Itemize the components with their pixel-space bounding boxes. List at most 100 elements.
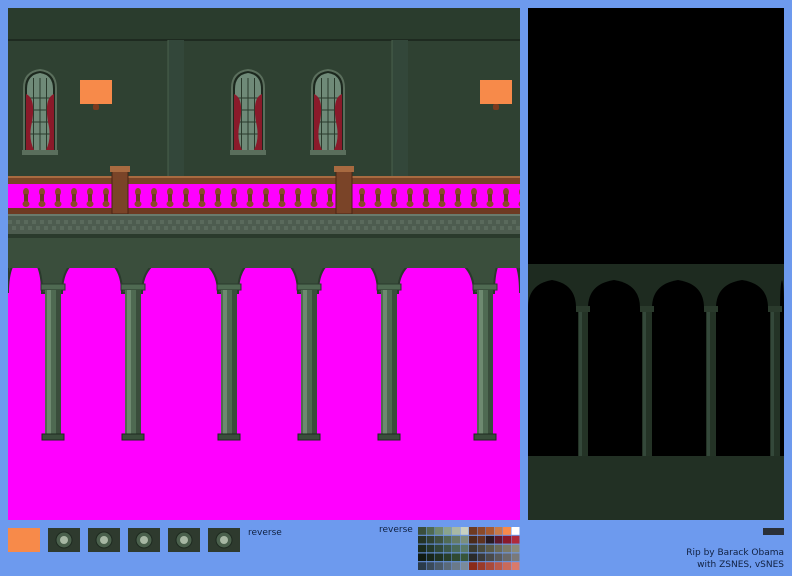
palette-cell [469,562,477,570]
palette-cell [452,535,460,544]
palette-cell [477,535,486,544]
dark-arcade-column [768,306,782,458]
credit-line-2: with ZSNES, vSNES [697,560,784,570]
palette-cell [511,527,520,535]
rosette-tile [168,528,200,552]
palette-cell [418,544,426,553]
palette-cell [418,562,426,570]
palette-cell [460,553,469,562]
palette-cell [418,535,426,544]
wall-pilaster [392,40,408,183]
palette-cell [460,562,469,570]
railing-baluster [214,188,222,207]
palette-cell [486,527,494,535]
dark-arcade-column [704,306,718,458]
palette-cell [503,544,511,553]
side-layer-panel [528,8,784,520]
gothic-window [22,68,58,155]
railing-baluster [502,188,510,207]
palette-cell [469,553,477,562]
palette-cell [486,544,494,553]
palette-cell [435,562,443,570]
railing-baluster [310,188,318,207]
palette-cell [426,544,435,553]
wall-pilaster [168,40,184,183]
palette-cell [477,562,486,570]
palette-cell [452,527,460,535]
palette-cell [443,535,452,544]
palette-cell [486,562,494,570]
railing-baluster [454,188,462,207]
railing-baluster [278,188,286,207]
railing-baluster [486,188,494,207]
railing-bottom-rail [8,208,520,214]
palette-cell [452,562,460,570]
railing-baluster [374,188,382,207]
railing-baluster [150,188,158,207]
railing-baluster [182,188,190,207]
palette-cell [426,553,435,562]
railing-newel-post [334,166,354,215]
palette-cell [426,562,435,570]
palette-cell [494,562,503,570]
palette-cell [418,553,426,562]
railing-baluster [198,188,206,207]
reverse-label-left: reverse [248,528,282,538]
palette-cell [494,553,503,562]
railing-baluster [246,188,254,207]
arcade-column [216,283,242,441]
palette-cell [511,562,520,570]
palette-cell [511,553,520,562]
rosette-tile [128,528,160,552]
palette-cell [486,553,494,562]
wall-top-band [8,8,520,40]
palette-cell [511,535,520,544]
palette-cell [435,527,443,535]
lamp-color-swatch [8,528,40,552]
railing-baluster [166,188,174,207]
railing-newel-post [110,166,130,215]
palette-cell [443,544,452,553]
reverse-label-right: reverse [379,525,413,535]
credit-line-1: Rip by Barack Obama [686,548,784,558]
palette-cell [511,544,520,553]
castle-gallery-scene [8,8,520,441]
arcade-column [376,283,402,441]
rosette-tile [48,528,80,552]
palette-cell [460,535,469,544]
railing-baluster [38,188,46,207]
dark-arcade-layer [528,8,784,520]
gothic-window [230,68,266,155]
railing-baluster [134,188,142,207]
dark-floor [528,456,784,520]
railing-baluster [518,189,520,207]
palette-cell [477,527,486,535]
palette-cell [426,527,435,535]
palette-cell [469,544,477,553]
palette-cell [460,527,469,535]
railing-baluster [54,188,62,207]
palette-cell [443,553,452,562]
railing-baluster [22,188,30,207]
arcade-column [120,283,146,441]
railing-baluster [86,188,94,207]
railing-baluster [438,188,446,207]
palette-cell [494,544,503,553]
railing-baluster [406,188,414,207]
palette-cell [452,544,460,553]
palette-cell [503,562,511,570]
palette-cell [477,553,486,562]
railing-baluster [470,188,478,207]
palette-cell [486,535,494,544]
palette-cell [435,535,443,544]
dark-arcade-column [576,306,590,458]
railing-baluster [358,188,366,207]
palette-cell [469,535,477,544]
palette-cell [469,527,477,535]
dark-arcade-column [640,306,654,458]
palette-cell [443,562,452,570]
rosette-tile [208,528,240,552]
palette-cell [503,535,511,544]
railing-baluster [326,188,334,207]
railing-baluster [262,188,270,207]
